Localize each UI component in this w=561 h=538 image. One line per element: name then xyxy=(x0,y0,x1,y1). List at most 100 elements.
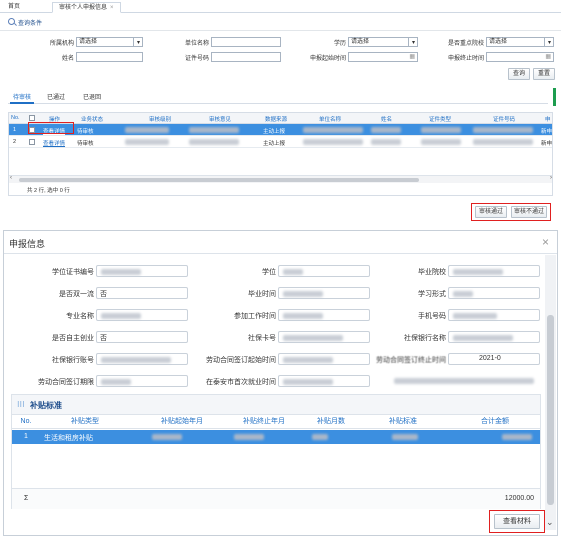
field-label: 是否自主创业 xyxy=(52,335,94,342)
self-employed-input[interactable]: 否 xyxy=(96,331,188,343)
apply-start-date[interactable]: ▦ xyxy=(348,52,418,62)
redacted-value xyxy=(234,434,264,440)
name-input[interactable] xyxy=(76,52,143,62)
key-school-label: 是否重点院校 xyxy=(447,41,484,47)
calendar-icon[interactable]: ▦ xyxy=(545,53,551,61)
id-input[interactable] xyxy=(211,52,281,62)
row-status: 待审核 xyxy=(77,141,94,147)
field-label: 专业名称 xyxy=(66,313,94,320)
reject-button[interactable]: 审核不通过 xyxy=(511,206,547,218)
edu-select[interactable]: 请选择 ▾ xyxy=(348,37,418,47)
redacted-value xyxy=(125,127,169,133)
contract-end-input[interactable]: 2021-0 xyxy=(448,353,540,365)
subsidy-table-header: No. 补贴类型 补贴起始年月 补贴终止年月 补贴月数 补贴标准 合计金额 xyxy=(12,415,540,429)
table-row[interactable]: 1 生活和租房补贴 xyxy=(12,430,540,444)
redacted-value xyxy=(473,127,533,133)
tab-pending[interactable]: 待审核 xyxy=(10,92,34,104)
col-id-number: 证件号码 xyxy=(493,117,516,123)
subsidy-summary-row: Σ 12000.00 xyxy=(12,488,540,509)
vertical-scrollbar[interactable] xyxy=(545,255,556,530)
phone-input[interactable] xyxy=(448,309,540,321)
social-card-input[interactable] xyxy=(278,331,370,343)
search-button[interactable]: 查询 xyxy=(508,68,530,80)
redacted-value xyxy=(283,291,323,297)
table-row[interactable]: 2 查看详情 待审核 主动上报 新申 xyxy=(9,136,552,148)
col-months: 补贴月数 xyxy=(317,418,345,425)
row-checkbox[interactable] xyxy=(29,139,35,145)
bank-name-input[interactable] xyxy=(448,331,540,343)
redacted-value xyxy=(312,434,328,440)
horizontal-scrollbar[interactable]: ‹ › xyxy=(9,175,552,183)
redacted-value xyxy=(421,127,461,133)
scrollbar-thumb[interactable] xyxy=(547,315,554,505)
status-tabs: 待审核 已通过 已退回 xyxy=(8,90,548,104)
tab-audit-personal[interactable]: 审核个人申报信息 × xyxy=(52,2,121,13)
table-row[interactable]: 1 查看详情 待审核 主动上报 新申 xyxy=(9,124,553,136)
close-icon[interactable]: × xyxy=(110,5,114,11)
col-type: 补贴类型 xyxy=(71,418,99,425)
redacted-value xyxy=(283,313,323,319)
redacted-value xyxy=(453,269,503,275)
field-value: 否 xyxy=(100,291,107,298)
redacted-value xyxy=(101,313,141,319)
first-employment-input[interactable] xyxy=(278,375,370,387)
bank-account-input[interactable] xyxy=(96,353,188,365)
field-label: 劳动合同签订期限 xyxy=(38,379,94,386)
redacted-value xyxy=(101,269,141,275)
field-label: 毕业时间 xyxy=(248,291,276,298)
degree-cert-input[interactable] xyxy=(96,265,188,277)
field-label: 学位证书编号 xyxy=(52,269,94,276)
redacted-value xyxy=(421,139,461,145)
study-form-input[interactable] xyxy=(448,287,540,299)
org-label: 所属机构 xyxy=(49,41,74,47)
grid-icon: ⁝⁝⁝ xyxy=(17,400,25,409)
contract-start-input[interactable] xyxy=(278,353,370,365)
scroll-right-icon[interactable]: › xyxy=(550,175,552,181)
school-input[interactable] xyxy=(448,265,540,277)
chevron-down-icon[interactable]: ⌄ xyxy=(546,517,554,528)
field-label: 社保银行名称 xyxy=(404,335,446,342)
tab-returned[interactable]: 已退回 xyxy=(80,92,104,104)
col-no: No. xyxy=(11,115,20,121)
org-select[interactable]: 请选择 ▾ xyxy=(76,37,143,47)
redacted-value xyxy=(392,434,418,440)
close-icon[interactable]: × xyxy=(542,235,549,249)
audit-grid: No. 操作 业务状态 审核级别 审核意见 数据来源 单位名称 姓名 证件类型 … xyxy=(8,112,553,196)
redacted-value xyxy=(152,434,182,440)
tab-home[interactable]: 首页 xyxy=(8,2,20,13)
contract-term-input[interactable] xyxy=(96,375,188,387)
reset-button[interactable]: 重置 xyxy=(533,68,555,80)
col-end-month: 补贴终止年月 xyxy=(243,418,285,425)
row-status: 待审核 xyxy=(77,129,94,135)
subsidy-total: 12000.00 xyxy=(504,495,534,502)
col-no: No. xyxy=(20,418,32,425)
degree-input[interactable] xyxy=(278,265,370,277)
select-all-checkbox[interactable] xyxy=(29,115,35,121)
row-source: 主动上报 xyxy=(263,129,286,135)
edu-select-value: 请选择 xyxy=(351,39,370,45)
scrollbar-thumb[interactable] xyxy=(19,178,419,182)
redacted-value xyxy=(283,269,303,275)
tab-approved[interactable]: 已通过 xyxy=(44,92,68,104)
key-school-select[interactable]: 请选择 ▾ xyxy=(486,37,554,47)
company-input[interactable] xyxy=(211,37,281,47)
view-materials-button[interactable]: 查看材料 xyxy=(494,514,540,529)
scroll-left-icon[interactable]: ‹ xyxy=(10,175,12,181)
apply-end-date[interactable]: ▦ xyxy=(486,52,554,62)
double-first-class-input[interactable]: 否 xyxy=(96,287,188,299)
row-extra: 新申 xyxy=(541,129,553,135)
graduation-date-input[interactable] xyxy=(278,287,370,299)
major-input[interactable] xyxy=(96,309,188,321)
calendar-icon[interactable]: ▦ xyxy=(409,53,415,61)
approve-button[interactable]: 审核通过 xyxy=(475,206,507,218)
redacted-value xyxy=(283,379,333,385)
subsidy-title: 补贴标准 xyxy=(30,401,62,410)
field-label: 学位 xyxy=(262,269,276,276)
chevron-down-icon: ▾ xyxy=(136,40,140,46)
work-start-input[interactable] xyxy=(278,309,370,321)
query-header xyxy=(0,13,561,31)
field-label: 社保卡号 xyxy=(248,335,276,342)
redacted-value xyxy=(303,127,363,133)
redacted-value xyxy=(303,139,363,145)
view-detail-link[interactable]: 查看详情 xyxy=(43,139,65,147)
